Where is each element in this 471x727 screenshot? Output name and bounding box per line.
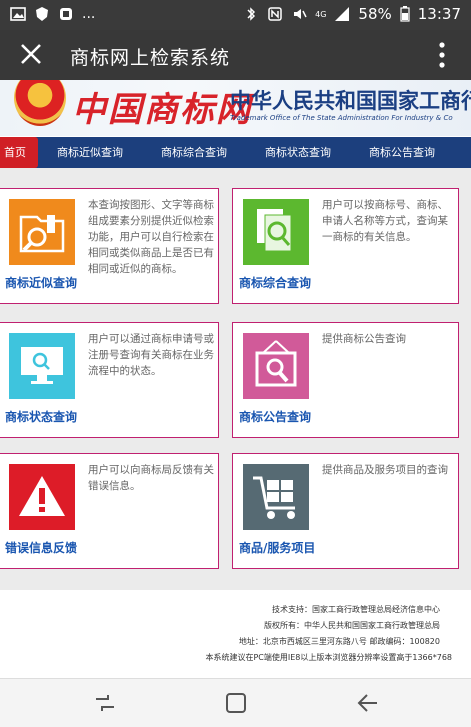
more-options-icon[interactable]: [439, 42, 445, 68]
nfc-icon: [268, 7, 282, 21]
recent-apps-icon[interactable]: [92, 691, 118, 715]
battery-percent: 58%: [358, 5, 392, 23]
status-bar: ... 4G 58% 13:37: [0, 0, 471, 30]
card-description: 用户可以向商标局反馈有关错误信息。: [88, 464, 214, 492]
bluetooth-icon: [247, 7, 256, 21]
card-comprehensive-search[interactable]: 用户可以按商标号、商标、申请人名称等方式，查询某一商标的有关信息。 商标综合查询: [232, 188, 459, 304]
nav-home[interactable]: 首页: [0, 137, 38, 168]
close-icon[interactable]: [18, 41, 44, 67]
card-title[interactable]: 商品/服务项目: [239, 539, 315, 556]
page-title: 商标网上检索系统: [70, 47, 231, 69]
monitor-search-icon: [9, 333, 75, 399]
card-title[interactable]: 错误信息反馈: [5, 539, 77, 556]
clock: 13:37: [417, 5, 461, 23]
page-footer: 技术支持：国家工商行政管理总局经济信息中心 版权所有：中华人民共和国国家工商行政…: [0, 590, 471, 678]
back-icon[interactable]: [355, 691, 381, 715]
agency-title: 中华人民共和国国家工商行: [230, 89, 471, 113]
notice-search-icon: [243, 333, 309, 399]
footer-browser-note: 本系统建议在PC端使用IE8以上版本浏览器分辨率设置高于1366*768: [205, 653, 452, 662]
battery-icon: [400, 6, 410, 22]
mute-icon: [294, 9, 307, 19]
more-notifications: ...: [82, 6, 96, 22]
notification-icons: ...: [10, 6, 95, 22]
nav-comprehensive-search[interactable]: 商标综合查询: [142, 137, 246, 168]
system-navigation-bar: [0, 678, 471, 727]
site-logo[interactable]: 中国商标网: [72, 82, 252, 131]
card-title[interactable]: 商标状态查询: [5, 408, 77, 425]
card-description: 用户可以按商标号、商标、申请人名称等方式，查询某一商标的有关信息。: [322, 199, 448, 243]
site-banner: 中国商标网 中华人民共和国国家工商行 Trademark Office of T…: [0, 80, 471, 136]
footer-address: 地址：北京市西城区三里河东路八号 邮政编码：100820: [238, 637, 440, 646]
card-title[interactable]: 商标公告查询: [239, 408, 311, 425]
card-description: 用户可以通过商标申请号或注册号查询有关商标在业务流程中的状态。: [88, 333, 214, 377]
card-title[interactable]: 商标近似查询: [5, 274, 77, 291]
signal-icon: [335, 7, 350, 21]
card-announcement-search[interactable]: 提供商标公告查询 商标公告查询: [232, 322, 459, 438]
warning-icon: [9, 464, 75, 530]
card-description: 提供商标公告查询: [322, 333, 406, 345]
national-emblem-icon: [14, 80, 66, 126]
footer-copyright: 版权所有：中华人民共和国国家工商行政管理总局: [264, 621, 440, 630]
home-icon[interactable]: [223, 691, 249, 715]
footer-tech-support: 技术支持：国家工商行政管理总局经济信息中心: [272, 605, 440, 614]
card-description: 提供商品及服务项目的查询: [322, 464, 448, 476]
agency-title-english: Trademark Office of The State Administra…: [230, 114, 453, 122]
status-right: 4G 58% 13:37: [243, 5, 461, 23]
card-title[interactable]: 商标综合查询: [239, 274, 311, 291]
nav-similar-search[interactable]: 商标近似查询: [38, 137, 142, 168]
shield-icon: [36, 7, 48, 21]
document-search-icon: [243, 199, 309, 265]
card-goods-services[interactable]: 提供商品及服务项目的查询 商品/服务项目: [232, 453, 459, 569]
network-type: 4G: [315, 9, 327, 19]
image-icon: [10, 7, 26, 21]
nav-announcement-search[interactable]: 商标公告查询: [350, 137, 454, 168]
card-status-search[interactable]: 用户可以通过商标申请号或注册号查询有关商标在业务流程中的状态。 商标状态查询: [0, 322, 219, 438]
nav-error-feedback[interactable]: 错: [454, 137, 471, 168]
folder-search-icon: [9, 199, 75, 265]
app-icon: [60, 8, 72, 20]
card-similar-search[interactable]: 本查询按图形、文字等商标组成要素分别提供近似检索功能，用户可以自行检索在相同或类…: [0, 188, 219, 304]
cart-icon: [243, 464, 309, 530]
card-error-feedback[interactable]: 用户可以向商标局反馈有关错误信息。 错误信息反馈: [0, 453, 219, 569]
main-nav: 首页 商标近似查询 商标综合查询 商标状态查询 商标公告查询 错: [0, 137, 471, 168]
app-bar: 商标网上检索系统: [0, 30, 471, 80]
nav-status-search[interactable]: 商标状态查询: [246, 137, 350, 168]
card-description: 本查询按图形、文字等商标组成要素分别提供近似检索功能，用户可以自行检索在相同或类…: [88, 199, 214, 275]
